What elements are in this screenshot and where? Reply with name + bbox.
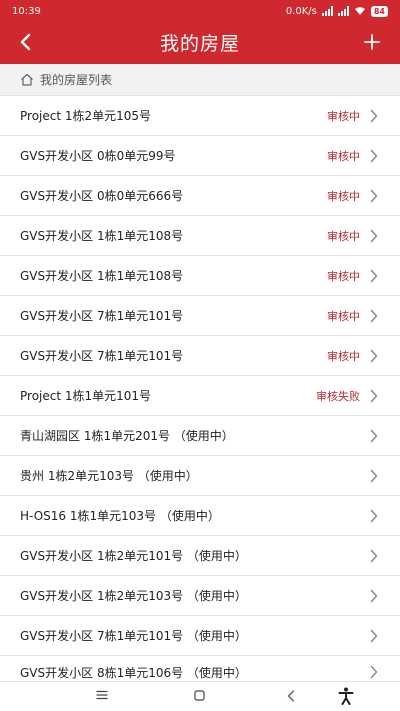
house-status: 审核中 bbox=[327, 349, 360, 363]
system-nav-bar bbox=[0, 682, 400, 711]
section-header: 我的房屋列表 bbox=[0, 64, 400, 96]
house-name: GVS开发小区 0栋0单元666号 bbox=[20, 189, 184, 203]
house-list: Project 1栋2单元105号 审核中 GVS开发小区 0栋0单元99号 审核中… bbox=[0, 96, 400, 682]
house-status: 审核中 bbox=[327, 229, 360, 243]
net-speed: 0.0K/s bbox=[285, 5, 317, 17]
house-status: 审核中 bbox=[327, 309, 360, 323]
section-label: 我的房屋列表 bbox=[40, 73, 113, 87]
house-name: GVS开发小区 8栋1单元106号 （使用中） bbox=[20, 666, 247, 680]
status-indicators: 0.0K/s 84 bbox=[285, 5, 388, 17]
house-item[interactable]: GVS开发小区 7栋1单元101号 审核中 bbox=[0, 336, 400, 376]
chevron-right-icon bbox=[368, 148, 380, 164]
house-item[interactable]: GVS开发小区 1栋2单元101号 （使用中） bbox=[0, 536, 400, 576]
house-item[interactable]: GVS开发小区 7栋1单元101号 （使用中） bbox=[0, 616, 400, 656]
chevron-right-icon bbox=[368, 628, 380, 644]
house-name: GVS开发小区 1栋2单元103号 （使用中） bbox=[20, 589, 247, 603]
house-name: GVS开发小区 0栋0单元99号 bbox=[20, 149, 176, 163]
house-name: H-OS16 1栋1单元103号 （使用中） bbox=[20, 509, 220, 523]
back-triangle-icon[interactable] bbox=[287, 690, 295, 702]
signal-icon bbox=[321, 6, 333, 16]
chevron-left-icon bbox=[20, 33, 31, 51]
house-name: 贵州 1栋2单元103号 （使用中） bbox=[20, 469, 198, 483]
house-name: Project 1栋2单元105号 bbox=[20, 109, 152, 123]
menu-icon[interactable] bbox=[96, 690, 108, 700]
app-header: 10:39 0.0K/s 84 我的房屋 bbox=[0, 0, 400, 64]
house-item[interactable]: 贵州 1栋2单元103号 （使用中） bbox=[0, 456, 400, 496]
house-item[interactable]: GVS开发小区 1栋2单元103号 （使用中） bbox=[0, 576, 400, 616]
chevron-right-icon bbox=[368, 428, 380, 444]
house-item[interactable]: H-OS16 1栋1单元103号 （使用中） bbox=[0, 496, 400, 536]
page-title: 我的房屋 bbox=[159, 32, 240, 55]
house-item[interactable]: GVS开发小区 1栋1单元108号 审核中 bbox=[0, 256, 400, 296]
house-status: 审核中 bbox=[327, 109, 360, 123]
chevron-right-icon bbox=[368, 268, 380, 284]
house-item[interactable]: GVS开发小区 0栋0单元99号 审核中 bbox=[0, 136, 400, 176]
house-name: GVS开发小区 7栋1单元101号 bbox=[20, 349, 184, 363]
add-house-button[interactable] bbox=[358, 28, 386, 56]
house-status: 审核中 bbox=[327, 269, 360, 283]
chevron-right-icon bbox=[368, 108, 380, 124]
house-item[interactable]: GVS开发小区 7栋1单元101号 审核中 bbox=[0, 296, 400, 336]
chevron-right-icon bbox=[368, 468, 380, 484]
house-status: 审核失败 bbox=[316, 389, 360, 403]
plus-icon bbox=[364, 34, 380, 50]
house-name: 青山湖园区 1栋1单元201号 （使用中） bbox=[20, 429, 234, 443]
status-time: 10:39 bbox=[12, 5, 41, 17]
chevron-right-icon bbox=[368, 588, 380, 604]
house-name: GVS开发小区 7栋1单元101号 （使用中） bbox=[20, 629, 247, 643]
chevron-right-icon bbox=[368, 508, 380, 524]
house-item[interactable]: 青山湖园区 1栋1单元201号 （使用中） bbox=[0, 416, 400, 456]
signal-icon-2 bbox=[337, 6, 349, 16]
accessibility-icon[interactable] bbox=[338, 687, 354, 705]
house-item[interactable]: GVS开发小区 8栋1单元106号 （使用中） bbox=[0, 656, 400, 682]
house-item[interactable]: Project 1栋1单元101号 审核失败 bbox=[0, 376, 400, 416]
house-name: GVS开发小区 1栋2单元101号 （使用中） bbox=[20, 549, 247, 563]
chevron-right-icon bbox=[368, 348, 380, 364]
chevron-right-icon bbox=[368, 388, 380, 404]
chevron-right-icon bbox=[368, 664, 380, 680]
nav-bar: 我的房屋 bbox=[0, 22, 400, 62]
house-name: GVS开发小区 1栋1单元108号 bbox=[20, 229, 184, 243]
house-status: 审核中 bbox=[327, 189, 360, 203]
house-name: Project 1栋1单元101号 bbox=[20, 389, 152, 403]
house-name: GVS开发小区 7栋1单元101号 bbox=[20, 309, 184, 323]
house-item[interactable]: GVS开发小区 0栋0单元666号 审核中 bbox=[0, 176, 400, 216]
back-button[interactable] bbox=[12, 28, 40, 56]
house-name: GVS开发小区 1栋1单元108号 bbox=[20, 269, 184, 283]
chevron-right-icon bbox=[368, 228, 380, 244]
battery-icon: 84 bbox=[370, 5, 388, 17]
home-square-icon[interactable] bbox=[194, 690, 205, 701]
wifi-icon bbox=[354, 7, 365, 15]
chevron-right-icon bbox=[368, 308, 380, 324]
house-status: 审核中 bbox=[327, 149, 360, 163]
chevron-right-icon bbox=[368, 548, 380, 564]
home-icon bbox=[21, 73, 33, 86]
house-item[interactable]: Project 1栋2单元105号 审核中 bbox=[0, 96, 400, 136]
status-bar: 10:39 0.0K/s 84 bbox=[0, 0, 400, 22]
house-item[interactable]: GVS开发小区 1栋1单元108号 审核中 bbox=[0, 216, 400, 256]
chevron-right-icon bbox=[368, 188, 380, 204]
